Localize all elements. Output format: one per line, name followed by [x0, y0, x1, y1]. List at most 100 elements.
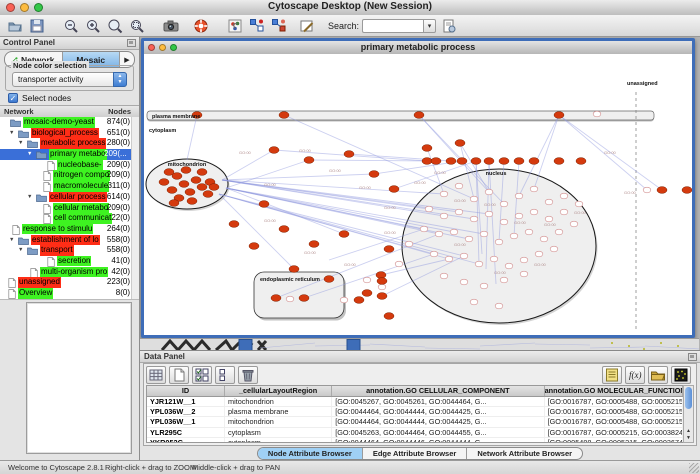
selected-gene-node[interactable] [179, 181, 189, 188]
selected-gene-node[interactable] [369, 171, 379, 178]
gene-node[interactable] [525, 229, 533, 235]
gene-node[interactable] [575, 201, 583, 207]
table-row[interactable]: YLR295Ccytoplasm[GO:0045263, GO:0044464,… [147, 428, 683, 438]
expander-icon[interactable]: ▼ [27, 192, 32, 203]
gene-node[interactable] [465, 236, 473, 242]
selected-gene-node[interactable] [259, 201, 269, 208]
tree-row[interactable]: ▼primary metabo209(... [0, 149, 139, 160]
selected-gene-node[interactable] [203, 191, 213, 198]
gene-node[interactable] [470, 216, 478, 222]
gene-node[interactable] [455, 209, 463, 215]
gene-node[interactable] [485, 189, 493, 195]
open-icon[interactable] [6, 17, 24, 35]
gene-node[interactable] [520, 271, 528, 277]
selected-gene-node[interactable] [455, 140, 465, 147]
selected-gene-node[interactable] [197, 169, 207, 176]
selected-gene-node[interactable] [159, 179, 169, 186]
tree-row[interactable]: nitrogen compo209(0) [0, 170, 139, 181]
resize-grip[interactable] [689, 463, 699, 473]
gene-node[interactable] [505, 263, 513, 269]
gene-node[interactable] [485, 211, 493, 217]
expander-icon[interactable]: ▼ [18, 138, 23, 149]
float-panel-icon[interactable] [127, 39, 136, 47]
selected-gene-node[interactable] [384, 313, 394, 320]
matrix-icon[interactable] [671, 366, 691, 384]
tree-row[interactable]: ▼metabolic process280(0) [0, 138, 139, 149]
gene-node[interactable] [440, 213, 448, 219]
expander-icon[interactable]: ▼ [9, 128, 14, 139]
gene-node[interactable] [405, 241, 413, 247]
selected-gene-node[interactable] [376, 272, 386, 279]
table-row[interactable]: YJR121W__1mitochondrion[GO:0045267, GO:0… [147, 397, 683, 407]
gene-node[interactable] [470, 196, 478, 202]
gene-node[interactable] [545, 216, 553, 222]
selected-gene-node[interactable] [271, 295, 281, 302]
gene-node[interactable] [495, 239, 503, 245]
gene-node[interactable] [540, 236, 548, 242]
tab-network-attribute-browser[interactable]: Network Attribute Browser [467, 448, 582, 459]
gene-node[interactable] [440, 191, 448, 197]
tree-row[interactable]: ▼establishment of lo558(0) [0, 235, 139, 246]
gene-node[interactable] [500, 201, 508, 207]
selected-gene-node[interactable] [576, 158, 586, 165]
gene-node[interactable] [530, 186, 538, 192]
unselect-attrs-icon[interactable] [215, 366, 235, 384]
import-icon[interactable] [648, 366, 668, 384]
network-canvas[interactable]: GO:00GO:00GO:00GO:00GO:00GO:00GO:00GO:00… [144, 54, 692, 335]
selected-gene-node[interactable] [499, 158, 509, 165]
column-header[interactable]: _cellularLayoutRegion [225, 386, 332, 396]
gene-node[interactable] [515, 213, 523, 219]
tree-row[interactable]: secretion41(0) [0, 256, 139, 267]
gene-node[interactable] [500, 277, 508, 283]
annotation-icon[interactable] [298, 17, 316, 35]
selected-gene-node[interactable] [191, 177, 201, 184]
zoom-in-icon[interactable] [84, 17, 102, 35]
gene-node[interactable] [340, 297, 348, 303]
selected-gene-node[interactable] [682, 187, 692, 194]
selected-gene-node[interactable] [514, 158, 524, 165]
gene-node[interactable] [378, 284, 386, 290]
selected-gene-node[interactable] [269, 147, 279, 154]
tree-row[interactable]: nucleobase-209(0) [0, 160, 139, 171]
selected-gene-node[interactable] [339, 231, 349, 238]
gene-node[interactable] [560, 209, 568, 215]
table-row[interactable]: YKR052Ccytoplasm[GO:0044464, GO:0044446,… [147, 438, 683, 443]
table-row[interactable]: YPL036W__2plasma membrane[GO:0044464, GO… [147, 407, 683, 417]
selected-gene-node[interactable] [431, 158, 441, 165]
function-icon[interactable]: f(x) [625, 366, 645, 384]
tree-row[interactable]: multi-organism pro42(0) [0, 267, 139, 278]
expander-icon[interactable]: ▼ [9, 235, 14, 246]
selected-gene-node[interactable] [289, 266, 299, 273]
data-panel-float-icon[interactable] [688, 353, 697, 361]
column-header[interactable]: annotation.GO MOLECULAR_FUNCTION [545, 386, 683, 396]
gene-node[interactable] [460, 253, 468, 259]
network-window-titlebar[interactable]: primary metabolic process [144, 41, 692, 55]
selected-gene-node[interactable] [167, 187, 177, 194]
gene-node[interactable] [530, 209, 538, 215]
search-config-icon[interactable] [440, 17, 458, 35]
gene-node[interactable] [490, 256, 498, 262]
tree-row[interactable]: cellular metabo209(0) [0, 203, 139, 214]
help-ring-icon[interactable] [192, 17, 210, 35]
selected-gene-node[interactable] [384, 246, 394, 253]
column-header[interactable]: ID [147, 386, 225, 396]
selected-gene-node[interactable] [377, 293, 387, 300]
table-row[interactable]: YPL036W__1mitochondrion[GO:0044464, GO:0… [147, 417, 683, 427]
tree-row[interactable]: Overview8(0) [0, 288, 139, 299]
tree-row[interactable]: cell communicat22(0) [0, 213, 139, 224]
vizmapper-icon[interactable] [226, 17, 244, 35]
selected-gene-node[interactable] [324, 276, 334, 283]
selected-gene-node[interactable] [304, 157, 314, 164]
zoom-fit-icon[interactable] [106, 17, 124, 35]
gene-node[interactable] [520, 257, 528, 263]
gene-node[interactable] [480, 231, 488, 237]
gene-node[interactable] [395, 261, 403, 267]
selected-gene-node[interactable] [249, 243, 259, 250]
selected-gene-node[interactable] [446, 158, 456, 165]
gene-node[interactable] [550, 246, 558, 252]
selected-gene-node[interactable] [187, 198, 197, 205]
gene-node[interactable] [460, 279, 468, 285]
search-input[interactable] [362, 19, 423, 33]
selected-gene-node[interactable] [529, 158, 539, 165]
gene-node[interactable] [515, 193, 523, 199]
